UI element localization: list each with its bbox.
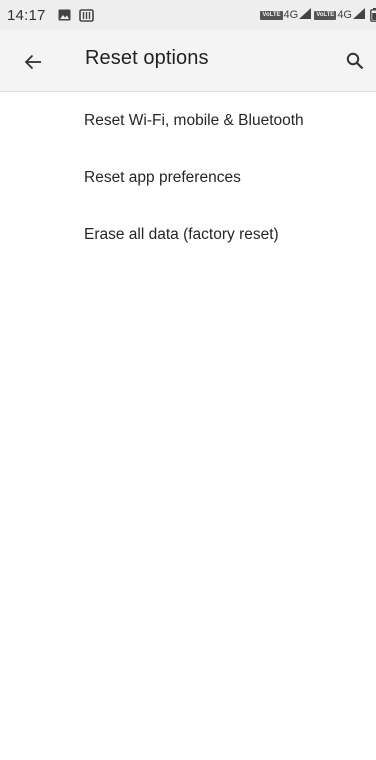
option-label: Reset app preferences xyxy=(84,168,241,186)
arrow-back-icon xyxy=(24,54,42,70)
search-button[interactable] xyxy=(342,48,368,74)
sim2-network: VoLTE 4G xyxy=(314,6,365,24)
reset-options-list: Reset Wi-Fi, mobile & Bluetooth Reset ap… xyxy=(0,92,376,263)
option-label: Erase all data (factory reset) xyxy=(84,225,279,243)
back-button[interactable] xyxy=(20,49,46,75)
storage-icon xyxy=(78,8,94,22)
signal-icon xyxy=(299,6,312,24)
battery-icon xyxy=(370,8,376,22)
option-label: Reset Wi-Fi, mobile & Bluetooth xyxy=(84,111,304,129)
status-notification-icons xyxy=(58,8,102,22)
reset-network-option[interactable]: Reset Wi-Fi, mobile & Bluetooth xyxy=(0,92,376,149)
volte-badge: VoLTE xyxy=(314,10,337,20)
app-bar: Reset options xyxy=(0,30,376,92)
image-icon xyxy=(58,9,71,21)
page-title: Reset options xyxy=(85,47,209,69)
factory-reset-option[interactable]: Erase all data (factory reset) xyxy=(0,206,376,263)
network-type-label: 4G xyxy=(337,9,352,21)
network-type-label: 4G xyxy=(283,9,299,21)
status-bar: 14:17 VoLTE 4G VoLTE 4G xyxy=(0,0,376,30)
signal-icon xyxy=(353,6,365,24)
sim1-network: VoLTE 4G xyxy=(260,6,312,24)
volte-badge: VoLTE xyxy=(260,10,283,20)
search-icon xyxy=(346,52,364,70)
status-right-icons: VoLTE 4G VoLTE 4G xyxy=(260,0,376,30)
reset-app-preferences-option[interactable]: Reset app preferences xyxy=(0,149,376,206)
status-time: 14:17 xyxy=(7,6,46,24)
settings-screen: 14:17 VoLTE 4G VoLTE 4G Reset options Re… xyxy=(0,0,376,760)
